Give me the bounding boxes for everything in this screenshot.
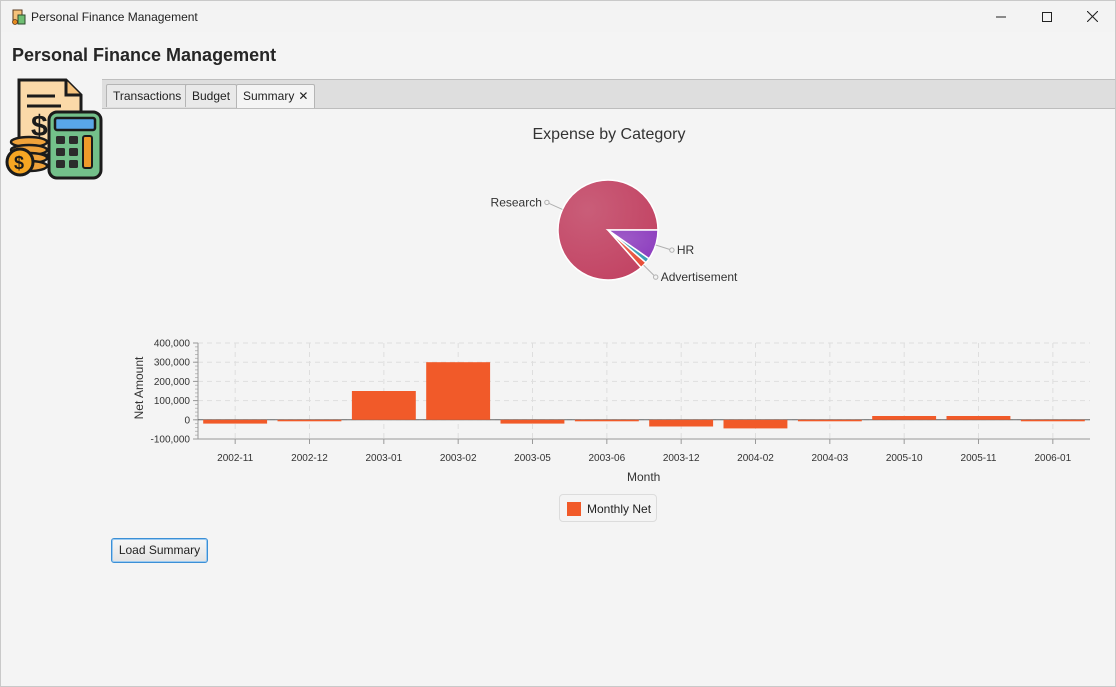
bar-chart-y-axis-title: Net Amount [132, 356, 146, 420]
app-window: Personal Finance Management Personal Fin… [0, 0, 1116, 687]
x-tick-label: 2005-11 [961, 453, 997, 464]
x-tick-label: 2005-10 [886, 453, 923, 464]
bar-2003-05 [500, 419, 565, 424]
pie-label: Advertisement [661, 270, 738, 284]
bar-chart-legend: Monthly Net [559, 494, 657, 522]
legend-swatch [567, 502, 581, 516]
x-tick-label: 2003-05 [514, 453, 551, 464]
bar-2005-10 [872, 416, 937, 420]
x-tick-label: 2002-11 [217, 453, 253, 464]
pie-label-dot [653, 274, 659, 280]
pie-label-dot [544, 199, 550, 206]
x-tick-label: 2003-12 [663, 453, 700, 464]
bar-2002-12 [277, 419, 342, 422]
bar-2003-12 [649, 419, 714, 427]
x-tick-label: 2003-02 [440, 453, 477, 464]
x-tick-label: 2003-06 [588, 453, 625, 464]
bar-2003-01 [351, 391, 416, 420]
x-tick-label: 2004-02 [737, 453, 774, 464]
x-tick-label: 2002-12 [291, 453, 328, 464]
x-tick-label: 2003-01 [365, 453, 402, 464]
pie-label: Research [491, 195, 542, 209]
load-summary-button[interactable]: Load Summary [111, 538, 208, 563]
bar-2004-03 [797, 419, 862, 422]
bar-2005-11 [946, 416, 1011, 420]
bar-2004-02 [723, 419, 788, 429]
bar-chart-x-axis-title: Month [627, 470, 661, 484]
bar-2002-11 [203, 419, 268, 424]
bar-2006-01 [1020, 419, 1085, 422]
bar-2003-06 [574, 419, 639, 422]
pie-label-dot [669, 247, 675, 253]
y-tick-label: 0 [184, 415, 190, 426]
x-tick-label: 2006-01 [1034, 453, 1071, 464]
y-tick-label: 100,000 [154, 396, 191, 407]
x-tick-label: 2004-03 [811, 453, 848, 464]
pie-label: HR [677, 243, 695, 257]
bar-2003-02 [426, 362, 491, 420]
charts-canvas: Research Advertisement HR -100,000 0 100,000 2… [151, 179, 1090, 464]
y-tick-label: 200,000 [154, 377, 191, 388]
y-tick-label: 400,000 [154, 339, 191, 350]
y-tick-label: 300,000 [154, 358, 191, 369]
y-tick-label: -100,000 [151, 435, 191, 446]
legend-label: Monthly Net [587, 502, 652, 516]
